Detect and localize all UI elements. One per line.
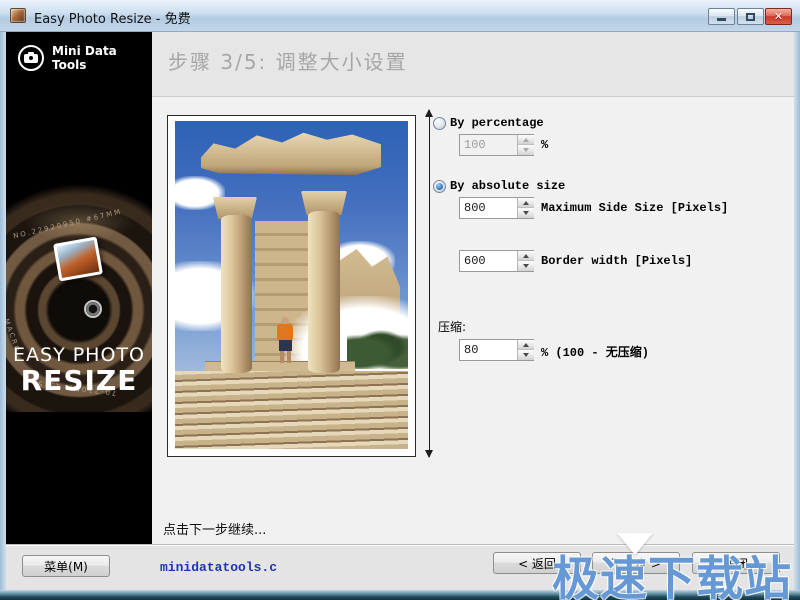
wizard-close-button[interactable]: 关闭 [692, 552, 780, 574]
watermark-pointer [617, 533, 653, 555]
up-arrow-icon [523, 138, 529, 142]
window-frame-bottom [0, 590, 800, 600]
max-side-input[interactable]: 800 [459, 197, 534, 219]
ruin-column [308, 211, 340, 373]
down-arrow-icon [523, 264, 529, 268]
border-width-spinner [517, 251, 533, 271]
by-absolute-size-label: By absolute size [450, 179, 565, 193]
spin-up-button[interactable] [518, 135, 534, 145]
person-legs [280, 351, 291, 363]
percentage-spinner [517, 135, 533, 155]
ruin-column [221, 215, 252, 373]
height-dimension-arrow [429, 110, 430, 457]
photo-stack-icon-inner [57, 240, 100, 278]
compression-value: 80 [464, 343, 478, 357]
by-percentage-label: By percentage [450, 116, 544, 130]
compression-label: 压缩: [438, 318, 466, 335]
spin-up-button[interactable] [518, 340, 534, 350]
app-icon [10, 8, 26, 23]
down-arrow-icon [523, 211, 529, 215]
spin-up-button[interactable] [518, 198, 534, 208]
main-panel: 步骤 3/5: 调整大小设置 [152, 32, 794, 544]
up-arrow-icon [523, 343, 529, 347]
percentage-value: 100 [464, 138, 486, 152]
up-arrow-icon [523, 201, 529, 205]
spin-down-button[interactable] [518, 261, 534, 271]
up-arrow-icon [523, 254, 529, 258]
brand-row: Mini Data Tools [6, 40, 152, 76]
photo-preview [175, 121, 408, 449]
statusbar: 菜单(M) minidatatools.c < 返回 下一步 > 关闭 [6, 544, 794, 590]
compression-spinner [517, 340, 533, 360]
photo-stack-icon [53, 236, 103, 281]
lens-artwork: NO.22920950 #67MM 70-210MM 1:35 MACRO EA… [6, 182, 152, 412]
sidebar-branding: Mini Data Tools NO.22920950 #67MM 70-210… [6, 32, 152, 544]
window-title: Easy Photo Resize - 免费 [34, 8, 191, 27]
close-window-button[interactable]: ✕ [765, 8, 792, 25]
camera-icon [18, 45, 44, 71]
ruin-lintel [201, 131, 381, 175]
border-width-label: Border width [Pixels] [541, 254, 692, 268]
spin-down-button[interactable] [518, 350, 534, 360]
percentage-suffix: % [541, 138, 548, 152]
menu-button[interactable]: 菜单(M) [22, 555, 110, 577]
compression-input[interactable]: 80 [459, 339, 534, 361]
down-arrow-icon [523, 148, 529, 152]
compression-suffix: % (100 - 无压缩) [541, 343, 649, 360]
camera-icon-lens [29, 56, 33, 60]
photo-preview-panel [167, 115, 416, 457]
spin-down-button[interactable] [518, 145, 534, 155]
person-shirt [277, 324, 293, 341]
logo-line2: RESIZE [6, 364, 152, 397]
radio-by-absolute-size[interactable] [433, 180, 446, 193]
spin-up-button[interactable] [518, 251, 534, 261]
maximize-button[interactable] [737, 8, 764, 25]
site-link[interactable]: minidatatools.c [160, 560, 277, 575]
app-window: Easy Photo Resize - 免费 ✕ Mini Data Tools… [0, 0, 800, 600]
radio-by-percentage[interactable] [433, 117, 446, 130]
window-frame-right [794, 32, 800, 590]
person-shorts [279, 340, 292, 351]
minimize-icon [717, 18, 726, 21]
minimize-button[interactable] [708, 8, 735, 25]
down-arrow-icon [523, 353, 529, 357]
titlebar: Easy Photo Resize - 免费 ✕ [0, 0, 800, 32]
next-button[interactable]: 下一步 > [592, 552, 680, 574]
logo-lens-icon [84, 300, 102, 318]
logo-line1: EASY PHOTO [6, 344, 152, 366]
max-side-spinner [517, 198, 533, 218]
next-step-hint: 点击下一步继续... [163, 519, 266, 538]
max-side-label: Maximum Side Size [Pixels] [541, 201, 728, 215]
spin-down-button[interactable] [518, 208, 534, 218]
maximize-icon [746, 13, 755, 21]
border-width-input[interactable]: 600 [459, 250, 534, 272]
stone-steps [175, 371, 408, 449]
percentage-input[interactable]: 100 [459, 134, 534, 156]
wizard-header: 步骤 3/5: 调整大小设置 [152, 32, 794, 97]
border-width-value: 600 [464, 254, 486, 268]
back-button[interactable]: < 返回 [493, 552, 581, 574]
brand-name: Mini Data Tools [52, 44, 152, 72]
max-side-value: 800 [464, 201, 486, 215]
close-icon: ✕ [774, 11, 783, 22]
step-title: 步骤 3/5: 调整大小设置 [168, 46, 408, 75]
trees [347, 329, 408, 369]
